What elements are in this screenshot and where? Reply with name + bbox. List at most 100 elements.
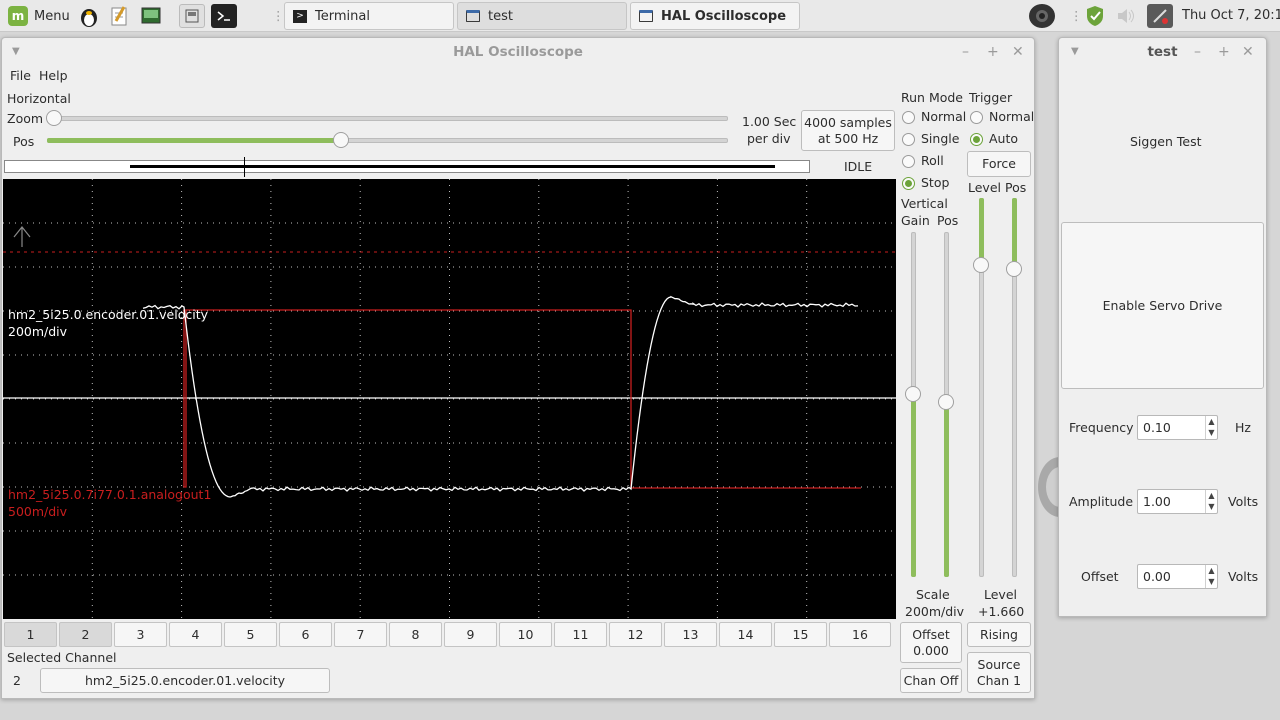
vertical-gain-label: Gain: [901, 213, 930, 228]
amplitude-label: Amplitude: [1069, 494, 1134, 509]
channel-1-button[interactable]: 1: [4, 622, 57, 647]
force-trigger-button[interactable]: Force: [967, 151, 1031, 177]
vertical-gain-handle[interactable]: [905, 386, 921, 402]
minimize-icon[interactable]: –: [962, 45, 969, 59]
enable-servo-drive-button[interactable]: Enable Servo Drive: [1061, 222, 1264, 389]
horizontal-pos-handle[interactable]: [332, 132, 349, 148]
close-icon[interactable]: ✕: [1242, 45, 1254, 59]
network-disconnected-icon[interactable]: [1147, 4, 1173, 28]
channel-6-button[interactable]: 6: [279, 622, 332, 647]
menu-help[interactable]: Help: [39, 68, 68, 83]
mint-logo-icon: m: [8, 6, 28, 26]
trace-1-scale: 200m/div: [8, 324, 68, 339]
channel-11-button[interactable]: 11: [554, 622, 607, 647]
task-terminal[interactable]: > Terminal: [284, 2, 454, 30]
trigger-position-marker: [244, 157, 245, 177]
sample-rate: at 500 Hz: [817, 130, 879, 146]
channel-13-button[interactable]: 13: [664, 622, 717, 647]
sample-rate-button[interactable]: 4000 samples at 500 Hz: [801, 110, 895, 151]
channel-8-button[interactable]: 8: [389, 622, 442, 647]
text-editor-launcher-icon[interactable]: [106, 4, 132, 28]
trigger-auto-radio[interactable]: [970, 133, 983, 146]
spin-arrows-icon[interactable]: ▲ ▼: [1205, 490, 1217, 513]
zoom-slider-handle[interactable]: [46, 110, 62, 126]
minimize-icon[interactable]: –: [1194, 45, 1201, 59]
channel-9-button[interactable]: 9: [444, 622, 497, 647]
trigger-source-label: Source: [977, 656, 1021, 672]
channel-10-button[interactable]: 10: [499, 622, 552, 647]
terminal-icon: >: [293, 9, 307, 23]
frequency-spinbox[interactable]: 0.10 ▲ ▼: [1137, 415, 1218, 440]
record-position-bar[interactable]: [4, 157, 810, 177]
test-window-title: test: [1147, 44, 1178, 60]
trigger-edge-button[interactable]: Rising: [967, 622, 1031, 647]
run-mode-roll-label: Roll: [921, 153, 944, 168]
maximize-icon[interactable]: +: [1218, 45, 1230, 59]
window-menu-icon[interactable]: ▼: [12, 45, 20, 59]
run-mode-single-radio[interactable]: [902, 133, 915, 146]
spin-arrows-icon[interactable]: ▲ ▼: [1205, 416, 1217, 439]
frequency-value: 0.10: [1143, 420, 1171, 435]
channel-14-button[interactable]: 14: [719, 622, 772, 647]
run-mode-normal-label: Normal: [921, 109, 967, 124]
zoom-slider[interactable]: [47, 116, 728, 121]
close-icon[interactable]: ✕: [1012, 45, 1024, 59]
channel-16-button[interactable]: 16: [829, 622, 891, 647]
update-manager-shield-icon[interactable]: [1082, 4, 1108, 28]
channel-4-button[interactable]: 4: [169, 622, 222, 647]
vertical-gain-fill: [911, 394, 916, 577]
task-hal-oscilloscope[interactable]: HAL Oscilloscope: [630, 2, 800, 30]
scope-display[interactable]: [3, 179, 896, 619]
trigger-pos-fill: [1012, 198, 1017, 268]
offset-button[interactable]: Offset 0.000: [900, 622, 962, 663]
channel-12-button[interactable]: 12: [609, 622, 662, 647]
trigger-pos-handle[interactable]: [1006, 261, 1022, 277]
offset-value: 0.00: [1143, 569, 1171, 584]
channel-3-button[interactable]: 3: [114, 622, 167, 647]
selected-channel-heading: Selected Channel: [7, 650, 117, 665]
run-mode-normal-radio[interactable]: [902, 111, 915, 124]
channel-2-button[interactable]: 2: [59, 622, 112, 647]
window-menu-icon[interactable]: ▼: [1071, 45, 1079, 59]
task-test[interactable]: test: [457, 2, 627, 30]
top-panel: m Menu ⋮ > Terminal test HAL Oscilloscop…: [0, 0, 1280, 32]
spin-arrows-icon[interactable]: ▲ ▼: [1205, 565, 1217, 588]
selected-channel-source-button[interactable]: hm2_5i25.0.encoder.01.velocity: [40, 668, 330, 693]
run-mode-roll-radio[interactable]: [902, 155, 915, 168]
trigger-level-handle[interactable]: [973, 257, 989, 273]
amplitude-value: 1.00: [1143, 494, 1171, 509]
maximize-icon[interactable]: +: [987, 45, 999, 59]
vertical-pos-label: Pos: [937, 213, 959, 228]
webcam-tray-icon[interactable]: [1029, 4, 1055, 28]
trace-2-scale: 500m/div: [8, 504, 68, 519]
menu-button[interactable]: m Menu: [8, 3, 70, 29]
run-mode-single-label: Single: [921, 131, 960, 146]
vertical-pos-handle[interactable]: [938, 394, 954, 410]
offset-spinbox[interactable]: 0.00 ▲ ▼: [1137, 564, 1218, 589]
offset-label: Offset: [1081, 569, 1119, 584]
show-desktop-icon[interactable]: [179, 4, 205, 28]
time-per-div: 1.00 Sec: [742, 114, 797, 129]
vertical-heading: Vertical: [901, 196, 948, 211]
run-mode-heading: Run Mode: [901, 90, 963, 105]
volume-icon[interactable]: [1113, 4, 1139, 28]
horizontal-pos-fill: [47, 138, 341, 143]
system-monitor-launcher-icon[interactable]: [138, 4, 164, 28]
channel-15-button[interactable]: 15: [774, 622, 827, 647]
scale-label: Scale: [916, 587, 950, 602]
zoom-label: Zoom: [7, 111, 44, 126]
terminal-launcher-icon[interactable]: [211, 4, 237, 28]
siggen-label: Siggen Test: [1130, 134, 1202, 149]
trigger-level-label: Level: [968, 180, 1001, 195]
run-mode-stop-radio[interactable]: [902, 177, 915, 190]
chan-off-button[interactable]: Chan Off: [900, 668, 962, 693]
channel-5-button[interactable]: 5: [224, 622, 277, 647]
trigger-source-button[interactable]: Source Chan 1: [967, 652, 1031, 693]
channel-7-button[interactable]: 7: [334, 622, 387, 647]
clock[interactable]: Thu Oct 7, 20:14: [1182, 8, 1280, 23]
amplitude-spinbox[interactable]: 1.00 ▲ ▼: [1137, 489, 1218, 514]
trigger-normal-radio[interactable]: [970, 111, 983, 124]
tux-launcher-icon[interactable]: [76, 4, 102, 28]
menu-label: Menu: [34, 8, 70, 24]
menu-file[interactable]: File: [10, 68, 31, 83]
